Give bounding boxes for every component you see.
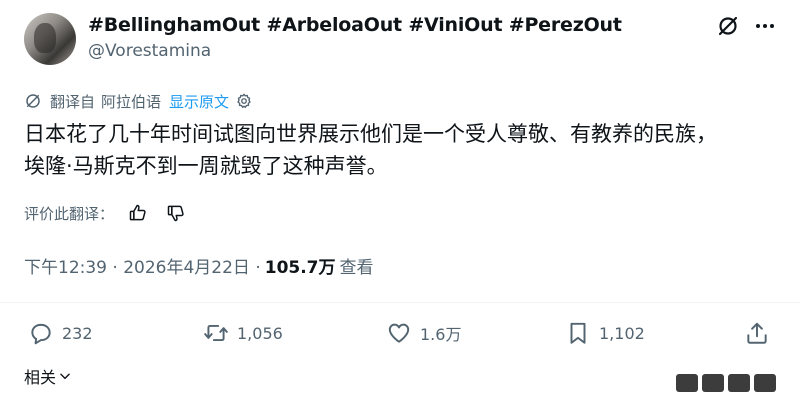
bookmark-button[interactable]: 1,102	[565, 318, 645, 348]
translate-icon	[26, 94, 40, 108]
source-language: 阿拉伯语	[101, 92, 162, 111]
user-handle[interactable]: @Vorestamina	[88, 41, 211, 61]
watermark-mark	[728, 374, 750, 392]
reply-icon	[31, 323, 51, 345]
display-name[interactable]: #BellinghamOut #ArbeloaOut #ViniOut #Per…	[88, 14, 622, 36]
retweet-icon	[204, 324, 228, 342]
tweet-text-line: 日本花了几十年时间试图向世界展示他们是一个受人尊敬、有教养的民族，	[24, 122, 717, 146]
share-icon	[747, 322, 767, 344]
views-label: 查看	[339, 257, 374, 278]
tweet-text: 日本花了几十年时间试图向世界展示他们是一个受人尊敬、有教养的民族， 埃隆·马斯克…	[24, 118, 784, 182]
rate-translation: 评价此翻译：	[24, 200, 186, 226]
rate-translation-label: 评价此翻译：	[24, 204, 115, 223]
gear-icon[interactable]	[235, 92, 253, 110]
related-toggle[interactable]: 相关	[24, 364, 72, 388]
divider	[0, 302, 800, 303]
chevron-down-icon	[60, 373, 70, 380]
tweet-text-line: 埃隆·马斯克不到一周就毁了这种声誉。	[24, 154, 388, 178]
show-original-link[interactable]: 显示原文	[169, 91, 229, 112]
retweet-count: 1,056	[237, 323, 283, 343]
watermark	[676, 370, 786, 396]
reply-count: 232	[62, 323, 93, 343]
grok-icon[interactable]	[716, 14, 740, 38]
heart-icon	[388, 323, 410, 343]
avatar[interactable]	[24, 13, 76, 65]
watermark-mark	[702, 374, 724, 392]
retweet-button[interactable]: 1,056	[203, 318, 283, 348]
more-icon[interactable]	[753, 14, 777, 38]
reply-button[interactable]: 232	[28, 318, 93, 348]
views-count: 105.7万	[264, 257, 336, 278]
thumbs-down-icon[interactable]	[166, 203, 186, 223]
timestamp[interactable]: 下午12:39 · 2026年4月22日 ·	[24, 253, 261, 278]
bookmark-count: 1,102	[599, 323, 645, 343]
tweet-meta: 下午12:39 · 2026年4月22日 · 105.7万 查看	[24, 252, 374, 278]
translation-bar: 翻译自 阿拉伯语 显示原文	[24, 90, 253, 112]
translated-from-label: 翻译自	[50, 92, 96, 111]
thumbs-up-icon[interactable]	[128, 203, 148, 223]
share-button[interactable]	[744, 318, 770, 348]
bookmark-icon	[570, 322, 586, 344]
like-count: 1.6万	[420, 325, 462, 344]
related-label: 相关	[24, 368, 57, 387]
watermark-mark	[754, 374, 776, 392]
watermark-mark	[676, 374, 698, 392]
like-button[interactable]: 1.6万	[386, 318, 461, 348]
